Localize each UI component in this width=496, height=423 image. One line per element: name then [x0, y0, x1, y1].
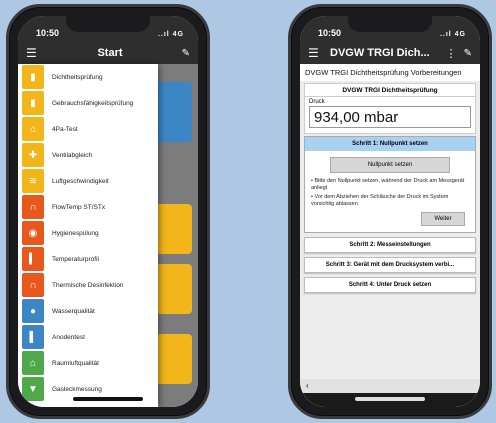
pipe-temperature-icon: ∩ [22, 195, 44, 219]
step-2-button[interactable]: Schritt 2: Messeinstellungen [304, 236, 476, 253]
tap-water-icon: ◉ [22, 221, 44, 245]
hamburger-icon[interactable]: ☰ [308, 46, 326, 60]
drawer-item-label: Raumluftqualität [52, 359, 99, 367]
drawer-item-label: Gasleckmessung [52, 385, 102, 393]
drawer-item-label: Luftgeschwindigkeit [52, 177, 109, 185]
pipe-heat-icon: ∩ [22, 273, 44, 297]
left-phone-screen: 10:50 ..ıl 4G ☰ Start ✎ ▮ Dichtheitsprüfu… [18, 16, 198, 407]
water-drop-icon: ● [22, 299, 44, 323]
phone-notch [348, 16, 432, 32]
drawer-item-label: Gebrauchsfähigkeitsprüfung [52, 99, 134, 107]
pressure-label: Druck [309, 99, 325, 105]
footer-bar: ‹ [300, 379, 480, 393]
drawer-item-label: Dichtheitsprüfung [52, 73, 103, 81]
drawer-item-label: Hygienespülung [52, 229, 99, 237]
pin-icon[interactable]: ✎ [176, 48, 190, 59]
drawer-item[interactable]: ∩ Thermische Desinfektion [18, 272, 158, 298]
pin-icon[interactable]: ✎ [458, 48, 472, 59]
drawer-item-label: Ventilabgleich [52, 151, 93, 159]
anode-icon: ▌ [22, 325, 44, 349]
drawer-item[interactable]: ⌂ 4Pa-Test [18, 116, 158, 142]
section-header: DVGW TRGI Dichtheitsprüfung Vorbereitung… [300, 64, 480, 81]
pressure-value: 934,00 mbar [309, 106, 471, 128]
background-tile [156, 82, 192, 142]
home-indicator[interactable] [73, 397, 143, 401]
background-tile [156, 264, 192, 314]
next-button[interactable]: Weiter [421, 211, 465, 226]
phone-notch [66, 16, 150, 32]
status-time: 10:50 [318, 28, 342, 38]
house-pressure-icon: ⌂ [22, 117, 44, 141]
drawer-item-label: FlowTemp ST/STx [52, 203, 106, 211]
panel-title: DVGW TRGI Dichtheitsprüfung [305, 84, 475, 97]
drawer-item[interactable]: ◉ Hygienespülung [18, 220, 158, 246]
house-air-icon: ⌂ [22, 351, 44, 375]
drawer-item[interactable]: ≋ Luftgeschwindigkeit [18, 168, 158, 194]
more-vertical-icon[interactable]: ⋮ [444, 47, 458, 60]
drawer-item[interactable]: ✚ Ventilabgleich [18, 142, 158, 168]
set-zero-button[interactable]: Nullpunkt setzen [330, 157, 450, 173]
background-tiles [152, 64, 198, 407]
drawer-item[interactable]: ▮ Dichtheitsprüfung [18, 64, 158, 90]
right-phone-frame: 10:50 ..ıl 4G ☰ DVGW TRGI Dich... ⋮ ✎ DV… [288, 4, 492, 419]
step-4-button[interactable]: Schritt 4: Unter Druck setzen [304, 276, 476, 293]
drawer-item[interactable]: ▮ Gebrauchsfähigkeitsprüfung [18, 90, 158, 116]
drawer-item[interactable]: ∩ FlowTemp ST/STx [18, 194, 158, 220]
navigation-drawer: ▮ Dichtheitsprüfung ▮ Gebrauchsfähigkeitspr… [18, 64, 158, 407]
drawer-item[interactable]: ● Wasserqualität [18, 298, 158, 324]
back-chevron-icon[interactable]: ‹ [306, 381, 309, 390]
signal-icon: ..ıl 4G [157, 31, 184, 38]
pressure-gauge-icon: ▮ [22, 65, 44, 89]
step-1-header[interactable]: Schritt 1: Nullpunkt setzen [305, 137, 475, 151]
app-bar: ☰ DVGW TRGI Dich... ⋮ ✎ [300, 42, 480, 64]
drawer-item-label: Wasserqualität [52, 307, 95, 315]
hamburger-icon[interactable]: ☰ [26, 46, 44, 60]
left-phone-frame: 10:50 ..ıl 4G ☰ Start ✎ ▮ Dichtheitsprüfu… [6, 4, 210, 419]
page-title: DVGW TRGI Dich... [330, 47, 430, 59]
drawer-item[interactable]: ▌ Anodentest [18, 324, 158, 350]
gauge-check-icon: ▮ [22, 91, 44, 115]
drawer-item-label: Thermische Desinfektion [52, 281, 124, 289]
drawer-item-label: Anodentest [52, 333, 85, 341]
drawer-item[interactable]: ⌂ Raumluftqualität [18, 350, 158, 376]
signal-icon: ..ıl 4G [439, 31, 466, 38]
app-bar: ☰ Start ✎ [18, 42, 198, 64]
status-time: 10:50 [36, 28, 60, 38]
background-tile [156, 334, 192, 384]
pressure-panel: DVGW TRGI Dichtheitsprüfung Druck 934,00… [304, 83, 476, 134]
drawer-item-label: 4Pa-Test [52, 125, 78, 133]
home-indicator[interactable] [355, 397, 425, 401]
step-1-note: • Bitte den Nullpunkt setzen, während de… [311, 178, 465, 191]
thermometer-icon: ▍ [22, 247, 44, 271]
test-content: DVGW TRGI Dichtheitsprüfung Vorbereitung… [300, 64, 480, 407]
drawer-item[interactable]: ▍ Temperaturprofil [18, 246, 158, 272]
valve-icon: ✚ [22, 143, 44, 167]
page-title: Start [97, 47, 123, 59]
step-1-note: • Vor dem Abziehen der Schläuche der Dru… [311, 193, 449, 207]
gas-leak-icon: ▼ [22, 377, 44, 401]
wind-icon: ≋ [22, 169, 44, 193]
start-content: ▮ Dichtheitsprüfung ▮ Gebrauchsfähigkeitspr… [18, 64, 198, 407]
drawer-item-label: Temperaturprofil [52, 255, 99, 263]
right-phone-screen: 10:50 ..ıl 4G ☰ DVGW TRGI Dich... ⋮ ✎ DV… [300, 16, 480, 407]
step-3-button[interactable]: Schritt 3: Gerät mit dem Drucksystem ver… [304, 256, 476, 273]
step-1-panel: Schritt 1: Nullpunkt setzen Nullpunkt se… [304, 136, 476, 233]
background-tile [156, 204, 192, 254]
